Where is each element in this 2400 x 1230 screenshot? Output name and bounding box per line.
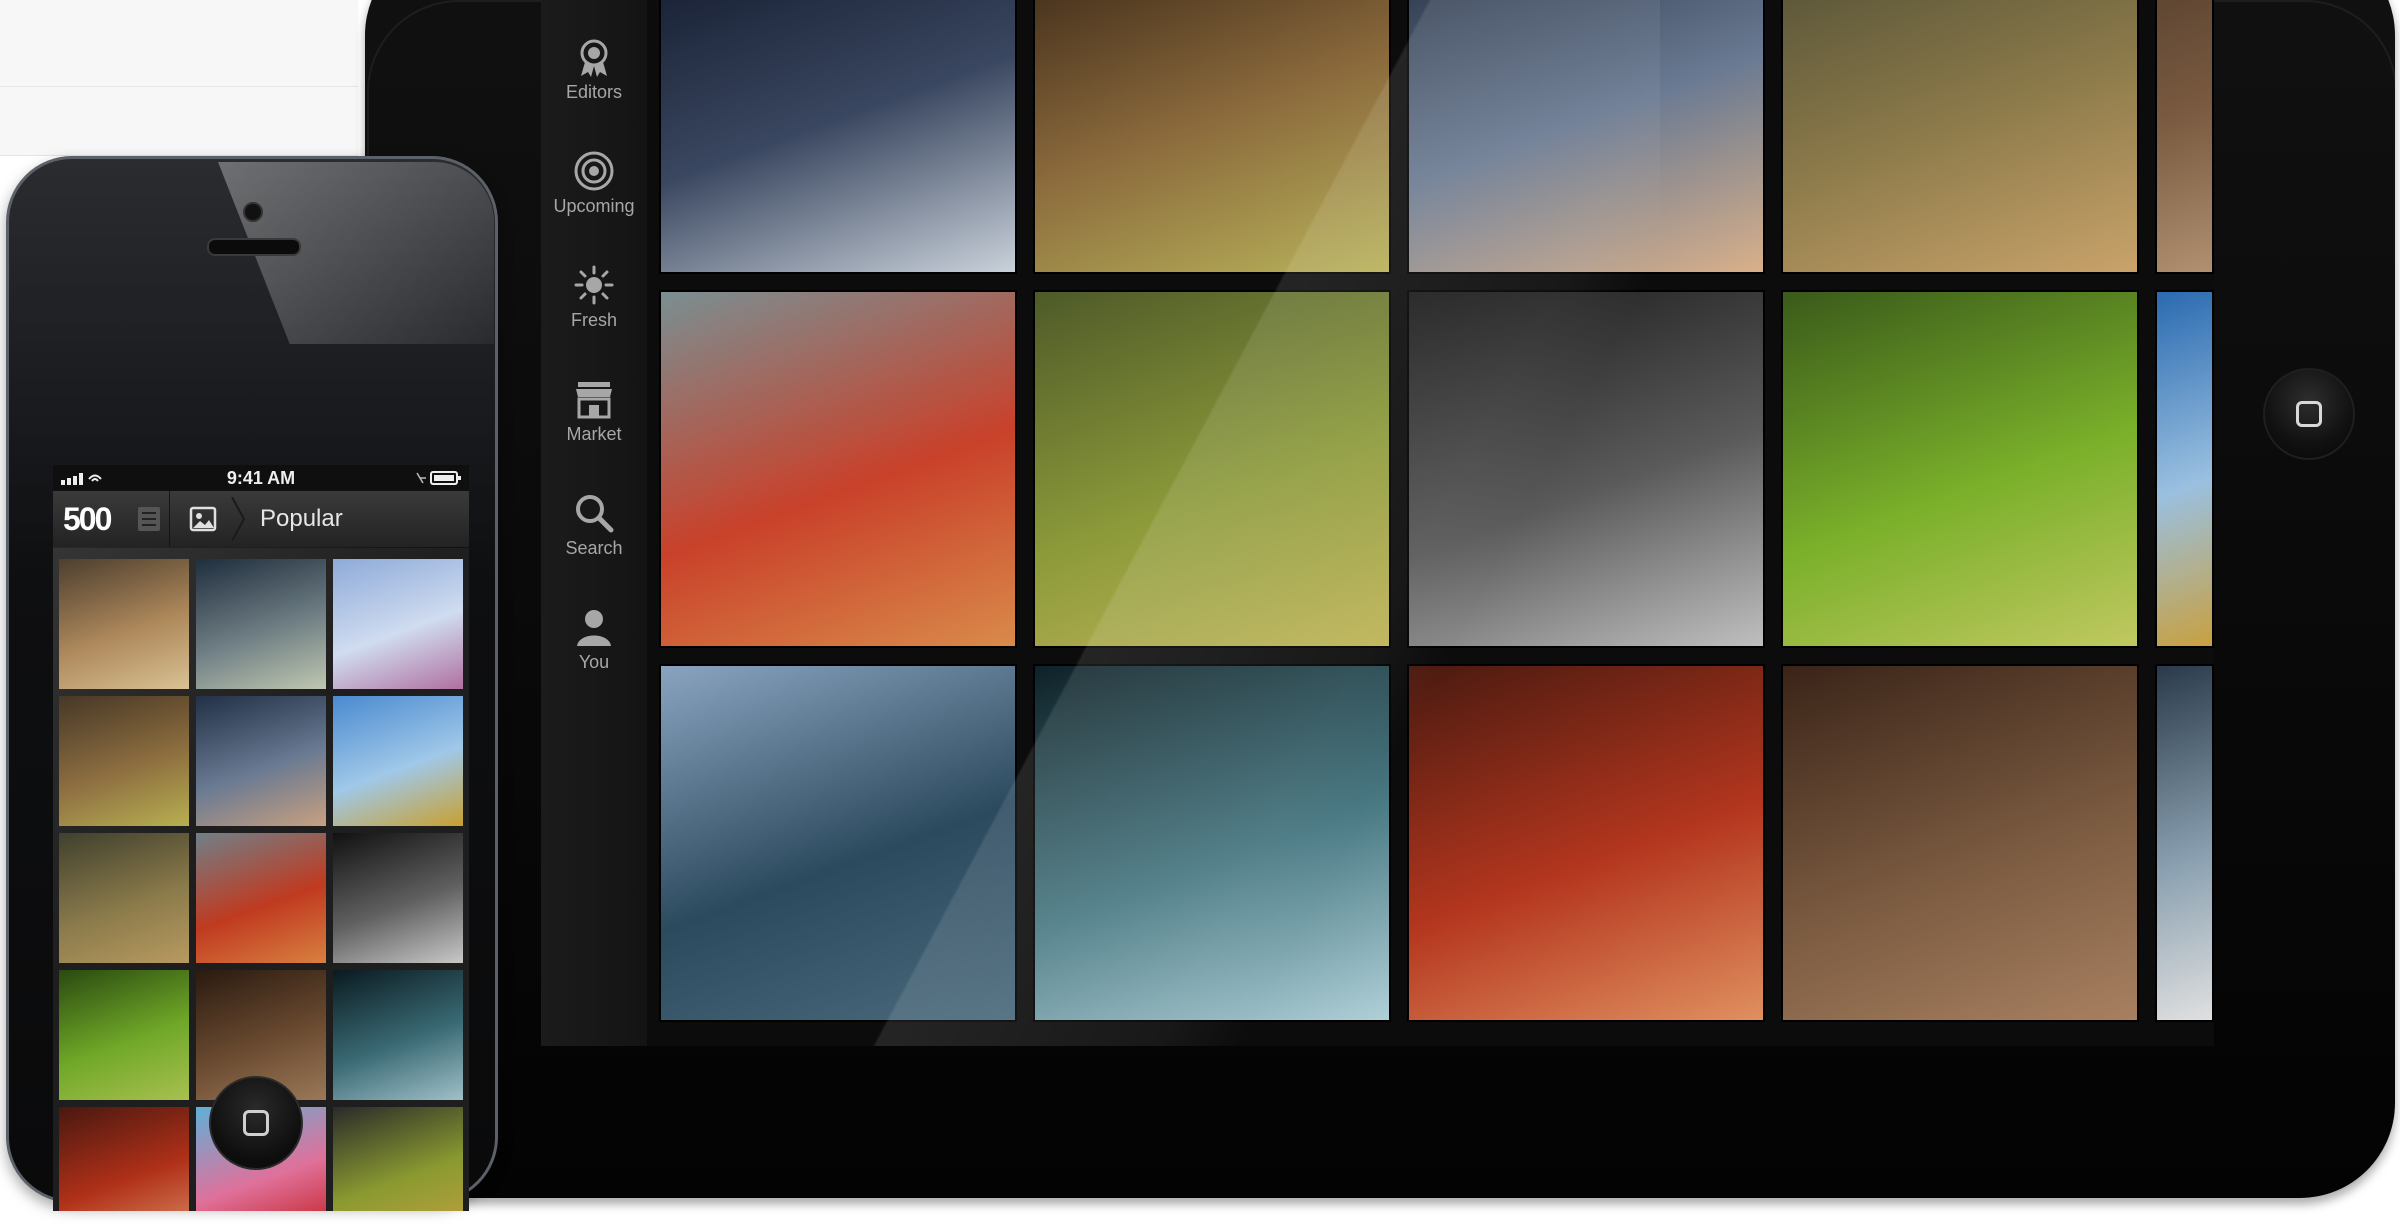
iphone-speaker bbox=[207, 238, 301, 256]
photo-tile-partial-edge-station[interactable] bbox=[2155, 664, 2214, 1022]
sidebar-item-label: Market bbox=[566, 424, 622, 444]
thumbnail-tunnel[interactable] bbox=[333, 970, 463, 1100]
search-icon bbox=[576, 495, 614, 533]
thumbnail-woman-red[interactable] bbox=[59, 1107, 189, 1211]
sidebar-item-label: Fresh bbox=[570, 310, 617, 330]
status-time: 9:41 AM bbox=[226, 468, 296, 488]
thumbnail-green-valley[interactable] bbox=[59, 970, 189, 1100]
page-title: Popular bbox=[260, 505, 343, 532]
ipad-screen: Editors Upcoming Fresh Market Search You bbox=[541, 0, 2214, 1046]
thumbnail-leopards[interactable] bbox=[59, 559, 189, 689]
sidebar-item-upcoming[interactable]: Upcoming bbox=[541, 114, 647, 222]
ipad-home-button[interactable] bbox=[2263, 368, 2355, 460]
iphone-home-button[interactable] bbox=[209, 1076, 303, 1170]
thumbnail-paris-rooftops[interactable] bbox=[196, 696, 326, 826]
list-icon[interactable] bbox=[137, 506, 161, 532]
chevron-right-icon bbox=[231, 497, 246, 541]
person-icon bbox=[577, 610, 611, 646]
thumbnail-snowy-trees[interactable] bbox=[333, 559, 463, 689]
divider bbox=[0, 86, 358, 87]
sidebar-item-you[interactable]: You bbox=[541, 570, 647, 678]
thumbnail-speed-road[interactable] bbox=[333, 1107, 463, 1211]
thumbnail-colorful-hills[interactable] bbox=[59, 833, 189, 963]
thumbnail-ladybug[interactable] bbox=[59, 696, 189, 826]
sidebar-item-label: Upcoming bbox=[553, 196, 635, 216]
sidebar-item-editors[interactable]: Editors bbox=[541, 0, 647, 108]
sidebar-item-label: Editors bbox=[565, 82, 623, 102]
sidebar-item-label: You bbox=[578, 652, 610, 672]
home-square-icon bbox=[243, 1110, 269, 1136]
storefront-icon bbox=[576, 382, 612, 419]
nav-bar: 500 Popular bbox=[53, 491, 469, 548]
photo-tile-partial-edge[interactable] bbox=[2155, 0, 2214, 274]
sidebar-item-label: Search bbox=[565, 538, 623, 558]
thumbnail-bw-building[interactable] bbox=[333, 833, 463, 963]
ribbon-icon bbox=[580, 39, 608, 77]
sun-icon bbox=[574, 265, 614, 305]
photo-tile-green-valley[interactable] bbox=[1781, 290, 2139, 648]
background-panel bbox=[0, 0, 358, 156]
photo-tile-cedar-waxwing-bird[interactable] bbox=[659, 290, 1017, 648]
photo-tile-partial-edge-blue[interactable] bbox=[2155, 290, 2214, 648]
target-icon bbox=[574, 151, 614, 191]
thumbnail-waxwing-bird[interactable] bbox=[196, 833, 326, 963]
thumbnail-forest-light-rays[interactable] bbox=[196, 559, 326, 689]
thumbnail-wheat-field-sky[interactable] bbox=[333, 696, 463, 826]
photo-tile-tunnel-motion-blur[interactable] bbox=[1033, 664, 1391, 1022]
home-square-icon bbox=[2296, 401, 2322, 427]
photo-tile-penguin-colony[interactable] bbox=[1781, 664, 2139, 1022]
iphone-device: 9:41 AM 500 Popular bbox=[6, 156, 498, 1211]
photo-tile-black-white-building[interactable] bbox=[1407, 290, 1765, 648]
ipad-sidebar: Editors Upcoming Fresh Market Search You bbox=[541, 0, 647, 1046]
photo-tile-mountain-night-sky[interactable] bbox=[659, 0, 1017, 274]
iphone-camera bbox=[243, 202, 263, 222]
status-bar: 9:41 AM bbox=[53, 465, 469, 491]
photo-icon[interactable] bbox=[189, 505, 217, 533]
app-logo: 500 bbox=[63, 501, 112, 537]
photo-tile-ladybug-on-bark[interactable] bbox=[1033, 0, 1391, 274]
photo-tile-mountain-lake[interactable] bbox=[659, 664, 1017, 1022]
photo-tile-colorful-hills[interactable] bbox=[1781, 0, 2139, 274]
photo-tile-woman-red-dress[interactable] bbox=[1407, 664, 1765, 1022]
sidebar-item-fresh[interactable]: Fresh bbox=[541, 228, 647, 336]
photo-tile-paris-rooftops[interactable] bbox=[1407, 0, 1765, 274]
nav-divider bbox=[169, 491, 170, 547]
battery-icon bbox=[416, 471, 461, 485]
sidebar-item-search[interactable]: Search bbox=[541, 456, 647, 564]
photo-tile-green-rolling-fields[interactable] bbox=[1033, 290, 1391, 648]
sidebar-item-market[interactable]: Market bbox=[541, 342, 647, 450]
